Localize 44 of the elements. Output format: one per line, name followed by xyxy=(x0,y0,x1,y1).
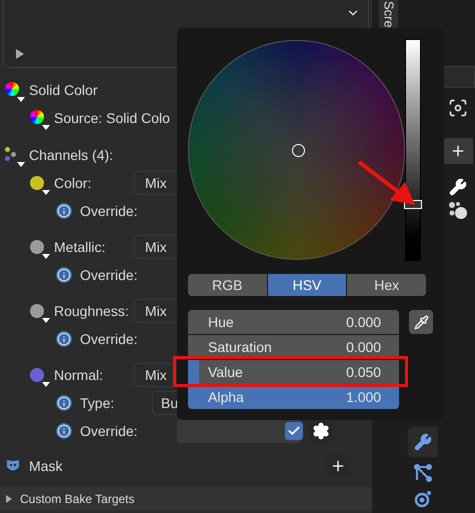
node-graph-icon[interactable] xyxy=(412,463,432,483)
eyedropper-button[interactable] xyxy=(409,310,433,334)
check-icon xyxy=(287,424,301,438)
number-field[interactable]: Value 0.050 xyxy=(188,360,400,384)
wheel-cursor[interactable] xyxy=(292,144,305,157)
type-label: Type: xyxy=(80,394,116,413)
override-label: Override: xyxy=(80,330,139,348)
mode-tab[interactable]: Hex xyxy=(347,274,426,296)
wrench-tab[interactable] xyxy=(408,427,438,457)
settings-icon xyxy=(312,422,330,440)
channel-label: Roughness: xyxy=(54,302,130,321)
mode-tab[interactable]: HSV xyxy=(268,274,346,296)
particles-icon[interactable] xyxy=(446,200,468,220)
info-icon xyxy=(56,267,72,283)
expand-triangle-icon[interactable] xyxy=(16,49,24,59)
pointer-arrow xyxy=(357,160,417,206)
collapsed-panel-header[interactable]: Custom Bake Targets xyxy=(0,487,372,511)
mode-tab[interactable]: RGB xyxy=(188,274,267,296)
info-icon xyxy=(56,423,72,439)
section-label: Solid Color xyxy=(29,80,98,100)
source-label: Source: Solid Colo xyxy=(54,108,170,128)
eyedropper-icon xyxy=(414,314,429,330)
value-slider[interactable] xyxy=(405,39,421,261)
wrench-icon xyxy=(414,433,432,451)
number-field[interactable]: Hue 0.000 xyxy=(188,310,400,334)
info-icon xyxy=(56,395,72,411)
section-label: Mask xyxy=(29,456,64,476)
info-icon xyxy=(56,331,72,347)
channel-label: Color: xyxy=(54,174,92,192)
physics-icon[interactable] xyxy=(412,489,432,509)
section-label: Channels (4): xyxy=(29,146,114,165)
add-button[interactable] xyxy=(442,138,472,164)
info-icon xyxy=(56,203,72,219)
channel-label: Metallic: xyxy=(54,238,106,256)
frame-icon[interactable] xyxy=(448,98,468,118)
number-field[interactable]: Alpha 1.000 xyxy=(188,385,400,409)
override-checkbox[interactable] xyxy=(285,422,303,440)
plus-icon xyxy=(450,143,466,159)
override-label: Override: xyxy=(80,266,139,284)
channel-label: Normal: xyxy=(54,366,104,384)
override-label: Override: xyxy=(80,202,139,220)
override-label: Override: xyxy=(80,422,139,440)
plus-icon xyxy=(330,458,346,474)
wrench-icon[interactable] xyxy=(448,178,466,196)
